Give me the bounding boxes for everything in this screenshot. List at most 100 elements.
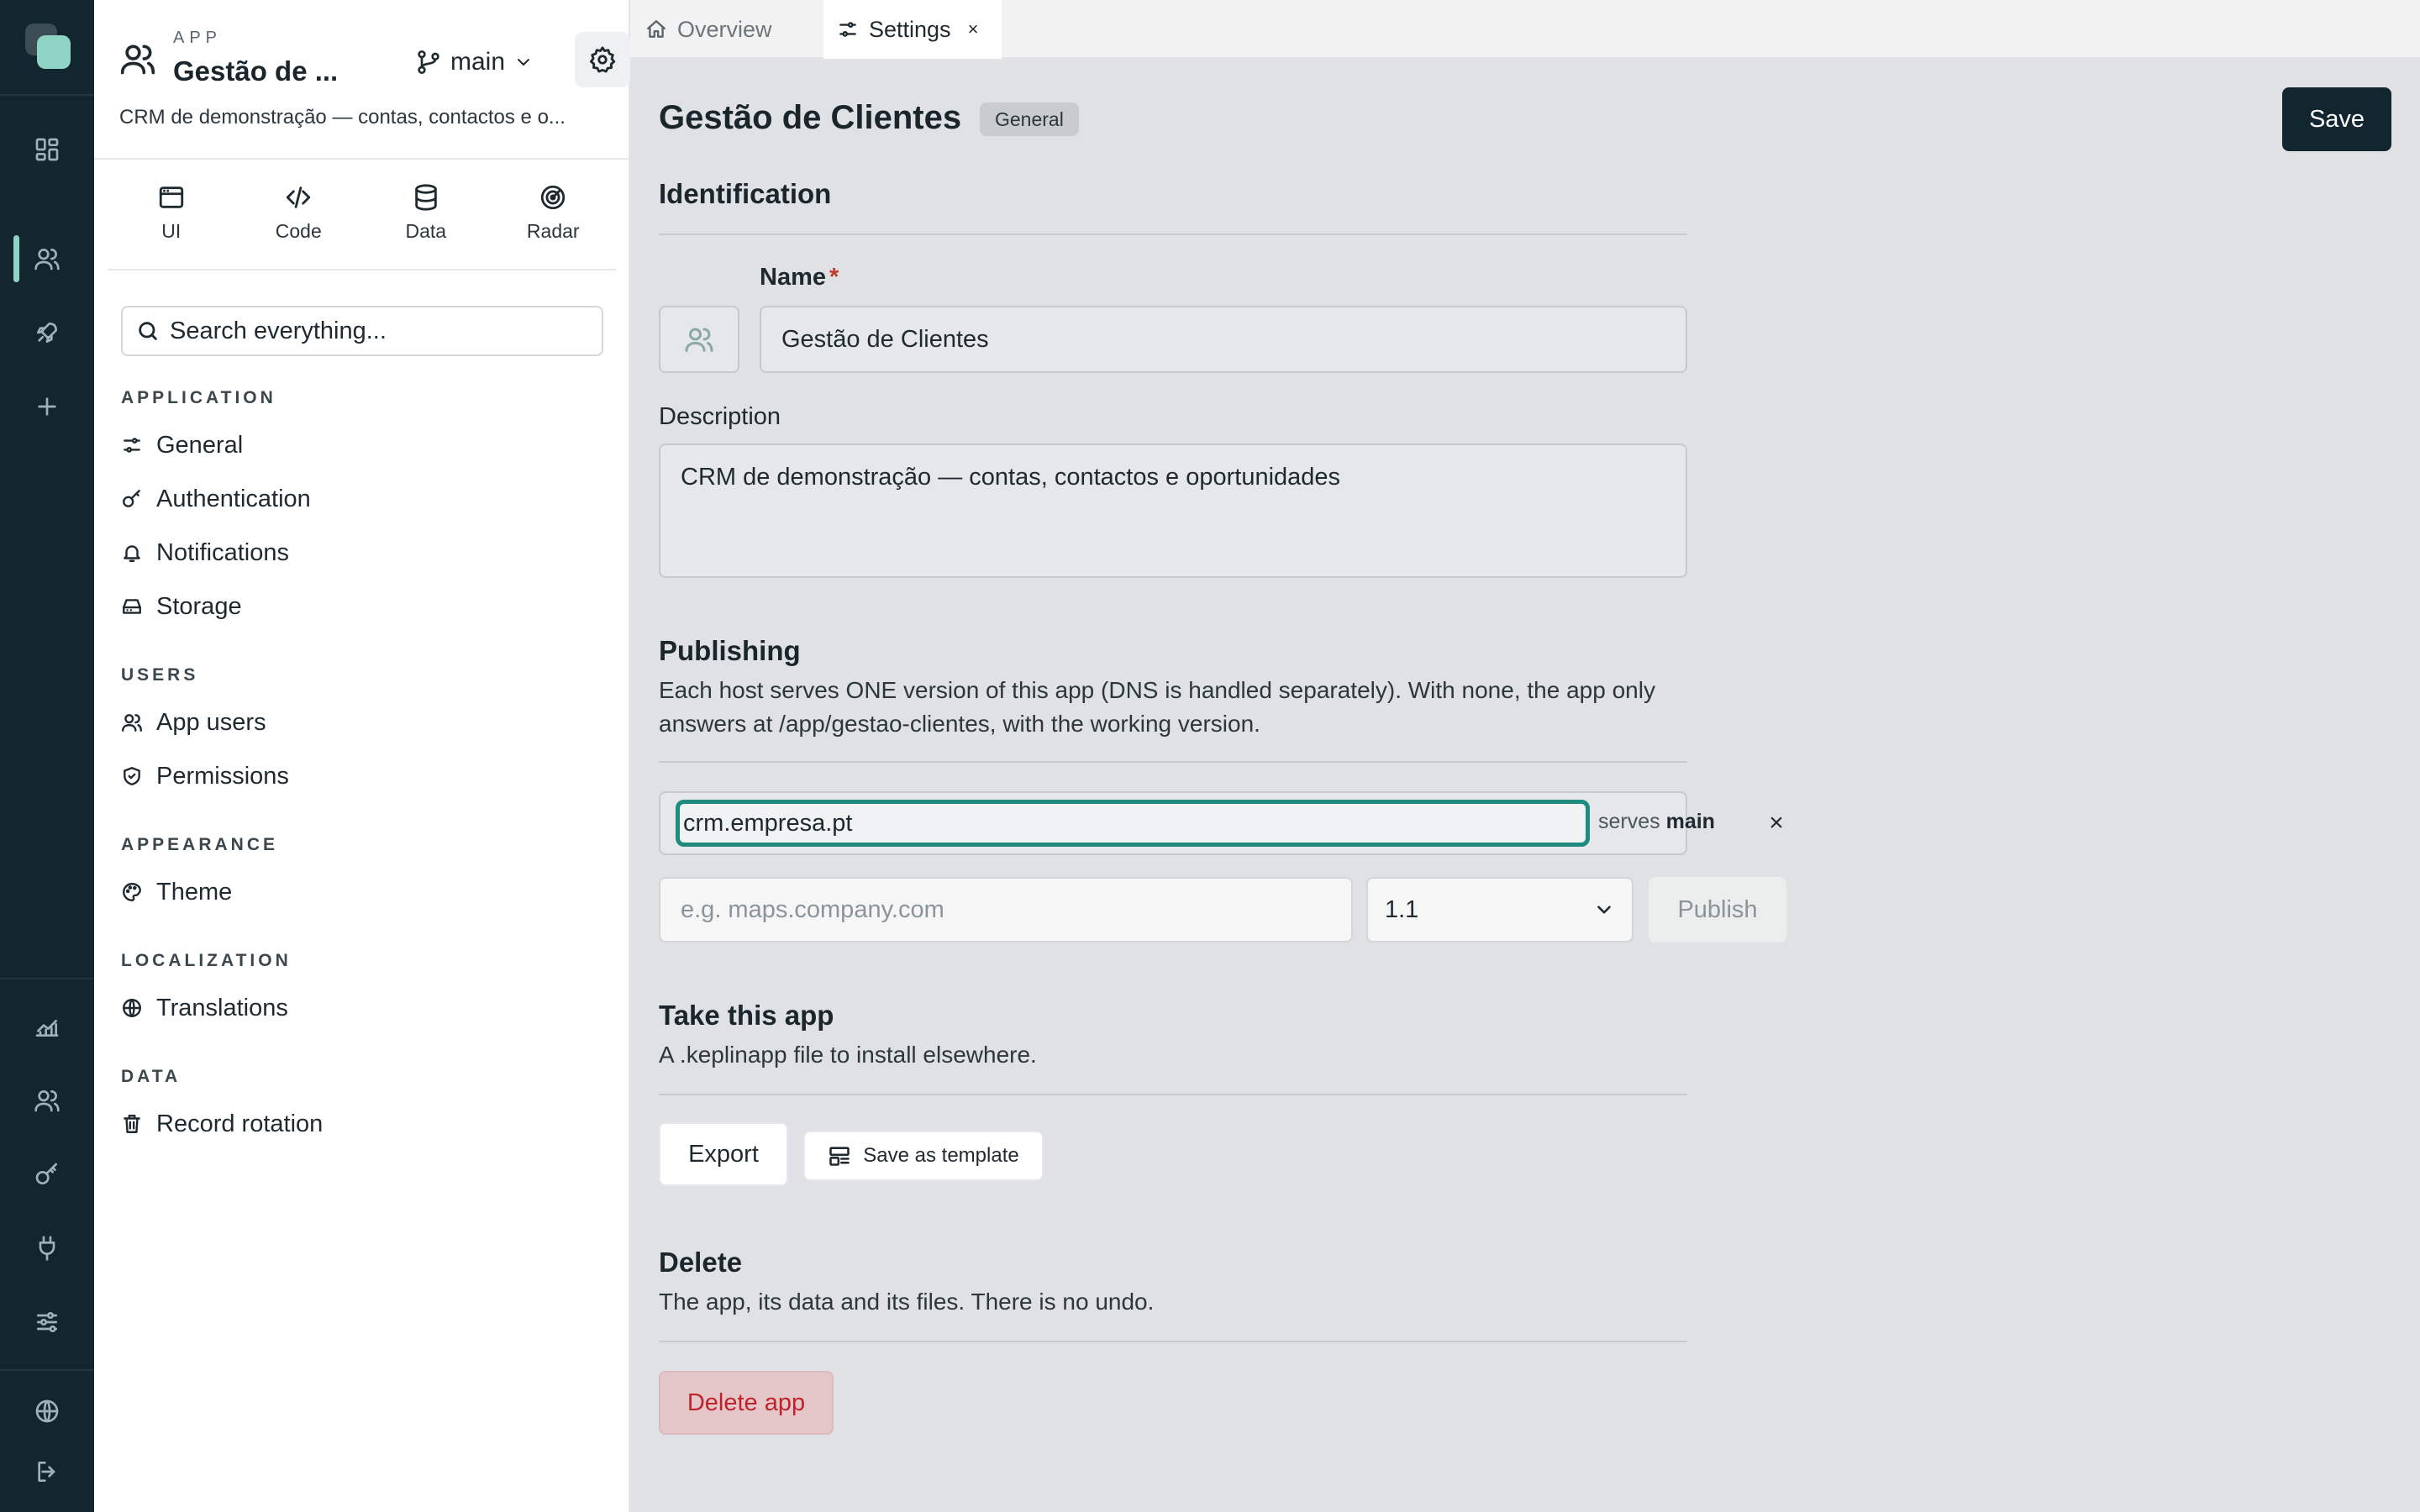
- storage-icon: [123, 599, 141, 614]
- export-button[interactable]: Export: [659, 1122, 788, 1186]
- gear-icon: [589, 46, 616, 73]
- save-button[interactable]: Save: [2282, 87, 2391, 151]
- version-select[interactable]: 1.1: [1366, 877, 1634, 942]
- tab-label: Overview: [677, 16, 772, 42]
- rail-active-indicator: [13, 235, 19, 282]
- sidebar-item-label: Permissions: [156, 762, 289, 790]
- sliders-icon[interactable]: [29, 1304, 66, 1341]
- tool-ui[interactable]: UI: [108, 171, 235, 264]
- tool-switcher: UI Code Data Radar: [108, 171, 617, 264]
- sidebar-divider: [94, 158, 629, 160]
- users-icon[interactable]: [29, 240, 66, 277]
- search-icon: [139, 322, 157, 340]
- grid-icon[interactable]: [29, 131, 66, 168]
- sidebar-item-authentication[interactable]: Authentication: [121, 477, 311, 521]
- radar-icon: [541, 185, 566, 210]
- sidebar-item-permissions[interactable]: Permissions: [121, 754, 289, 798]
- name-label: Name *: [760, 264, 839, 291]
- save-as-template-button[interactable]: Save as template: [803, 1131, 1044, 1181]
- tool-radar[interactable]: Radar: [490, 171, 618, 264]
- sidebar-item-theme[interactable]: Theme: [121, 870, 232, 914]
- sidebar-item-label: Record rotation: [156, 1110, 324, 1137]
- sliders-icon: [839, 22, 856, 37]
- tab-overview[interactable]: Overview: [645, 0, 772, 59]
- rail-divider: [0, 1369, 94, 1371]
- palette-icon: [123, 883, 141, 901]
- tab-bar: Overview Settings ×: [630, 0, 2420, 59]
- sidebar-item-label: Storage: [156, 592, 242, 620]
- key-icon[interactable]: [29, 1156, 66, 1193]
- app-logo[interactable]: [25, 24, 71, 69]
- rail-divider: [0, 978, 94, 979]
- app-settings-button[interactable]: [575, 32, 630, 87]
- sidebar-item-label: App users: [156, 708, 266, 736]
- nav-group-title: APPEARANCE: [121, 835, 279, 854]
- sidebar-item-label: Authentication: [156, 485, 311, 512]
- users-icon[interactable]: [29, 1082, 66, 1119]
- serves-branch-text: serves main: [1598, 810, 1715, 833]
- nav-group-title: LOCALIZATION: [121, 951, 292, 970]
- sidebar-item-translations[interactable]: Translations: [121, 986, 288, 1030]
- settings-main: Gestão de Clientes General Save Identifi…: [630, 60, 2420, 1512]
- tool-label: Data: [405, 220, 447, 242]
- search-box[interactable]: [121, 306, 603, 356]
- globe-icon[interactable]: [29, 1393, 66, 1430]
- git-branch-icon: [418, 50, 439, 74]
- tool-code[interactable]: Code: [235, 171, 363, 264]
- branch-selector[interactable]: main: [415, 44, 534, 81]
- database-icon: [415, 184, 437, 211]
- tab-settings[interactable]: Settings ×: [823, 0, 1002, 59]
- new-host-input[interactable]: [659, 877, 1353, 942]
- bell-icon: [124, 545, 140, 562]
- served-branch: main: [1665, 810, 1715, 833]
- close-tab-button[interactable]: ×: [968, 18, 979, 40]
- section-divider: [659, 761, 1687, 763]
- globe-icon: [123, 999, 141, 1017]
- host-input[interactable]: [676, 800, 1590, 847]
- app-description: CRM de demonstração — contas, contactos …: [119, 106, 566, 129]
- sidebar-item-notifications[interactable]: Notifications: [121, 531, 289, 575]
- branch-name: main: [450, 48, 506, 76]
- publishing-description: Each host serves ONE version of this app…: [659, 677, 1655, 737]
- tool-label: Radar: [526, 220, 580, 242]
- tool-label: UI: [161, 220, 182, 242]
- publishing-heading: Publishing: [659, 635, 801, 666]
- rocket-icon[interactable]: [29, 314, 66, 351]
- take-app-description: A .keplinapp file to install elsewhere.: [659, 1042, 1037, 1068]
- section-divider: [659, 234, 1687, 235]
- name-field[interactable]: [760, 306, 1687, 373]
- description-field[interactable]: CRM de demonstração — contas, contactos …: [659, 444, 1687, 578]
- app-name: Gestão de ...: [173, 55, 339, 87]
- page-title: Gestão de Clientes: [659, 99, 962, 136]
- nav-group-title: DATA: [121, 1067, 182, 1086]
- window-icon: [159, 186, 183, 208]
- plus-icon[interactable]: [29, 388, 66, 425]
- sidebar-item-record-rotation[interactable]: Record rotation: [121, 1102, 323, 1146]
- sidebar-item-storage[interactable]: Storage: [121, 585, 242, 628]
- chevron-down-icon: [1597, 906, 1611, 914]
- app-kicker: APP: [173, 29, 223, 47]
- remove-host-button[interactable]: ×: [1761, 808, 1791, 838]
- logout-icon[interactable]: [29, 1453, 66, 1490]
- sidebar-item-label: Notifications: [156, 538, 289, 566]
- settings-sidebar: APP Gestão de ... main CRM de demonstraç…: [94, 0, 630, 1512]
- tool-data[interactable]: Data: [362, 171, 490, 264]
- app-icon-picker[interactable]: [659, 306, 739, 373]
- code-icon: [287, 186, 311, 208]
- publish-button[interactable]: Publish: [1649, 877, 1786, 942]
- delete-app-button[interactable]: Delete app: [659, 1371, 834, 1435]
- search-input[interactable]: [170, 317, 590, 345]
- app-header: APP Gestão de ... main: [119, 25, 630, 92]
- shield-icon: [124, 767, 140, 785]
- chart-icon[interactable]: [29, 1008, 66, 1045]
- sidebar-item-app-users[interactable]: App users: [121, 701, 266, 744]
- plug-icon[interactable]: [29, 1230, 66, 1267]
- sidebar-item-label: Theme: [156, 878, 233, 906]
- sidebar-item-general[interactable]: General: [121, 423, 243, 467]
- identification-heading: Identification: [659, 178, 832, 209]
- home-icon: [647, 20, 666, 38]
- icon-rail: [0, 0, 94, 1512]
- description-label: Description: [659, 403, 781, 430]
- chevron-down-icon: [518, 59, 530, 66]
- delete-description: The app, its data and its files. There i…: [659, 1289, 1155, 1315]
